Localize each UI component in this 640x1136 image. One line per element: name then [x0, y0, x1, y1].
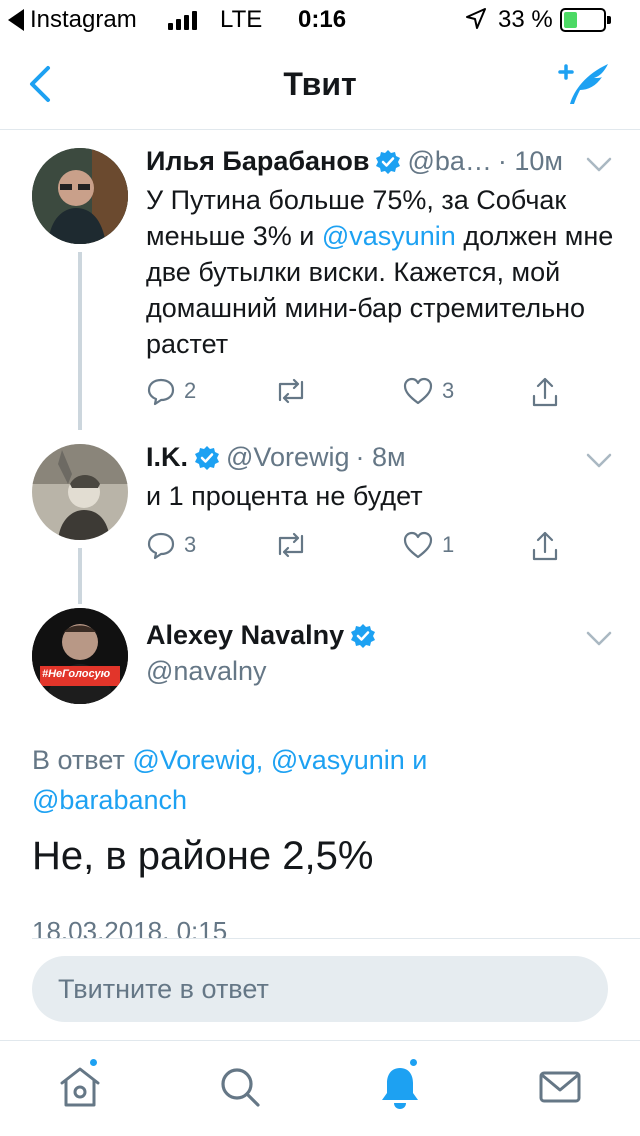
tweet-text: У Путина больше 75%, за Собчак меньше 3%…	[146, 182, 616, 362]
author-name[interactable]: I.K.	[146, 442, 188, 473]
author-name[interactable]: Илья Барабанов	[146, 146, 369, 177]
tab-home[interactable]	[56, 1057, 104, 1111]
tab-notifications[interactable]	[376, 1057, 424, 1111]
reply-icon	[147, 378, 175, 406]
tab-search[interactable]	[216, 1063, 264, 1111]
bell-icon	[382, 1068, 418, 1109]
back-triangle-icon	[8, 9, 24, 31]
avatar-barabanov[interactable]	[32, 148, 128, 244]
page-title: Твит	[283, 66, 357, 102]
home-icon	[60, 1067, 100, 1107]
nav-bar: Твит	[0, 40, 640, 130]
reply-to-prefix: В ответ	[32, 745, 133, 775]
mail-icon	[539, 1071, 581, 1103]
reply-button[interactable]: 2	[146, 376, 196, 406]
tweet-handle-row: @navalny	[146, 656, 266, 687]
thread-connector	[78, 252, 82, 430]
tweet-time: · 10м	[497, 146, 563, 176]
tweet-actions: 2 3	[146, 376, 576, 416]
chevron-down-icon[interactable]	[586, 452, 612, 470]
share-icon	[532, 377, 558, 407]
reply-icon	[147, 532, 175, 560]
retweet-button[interactable]	[274, 530, 316, 560]
like-button[interactable]: 1	[402, 530, 454, 560]
reply-mention-vasyunin[interactable]: @vasyunin	[271, 745, 405, 775]
tab-messages[interactable]	[536, 1063, 584, 1111]
tweet-actions: 3 1	[146, 530, 576, 570]
author-name[interactable]: Alexey Navalny	[146, 620, 344, 651]
heart-icon	[403, 531, 433, 559]
retweet-icon	[278, 532, 304, 558]
reply-mention-vorewig[interactable]: @Vorewig,	[132, 745, 263, 775]
verified-badge-icon	[351, 623, 376, 648]
verified-badge-icon	[195, 445, 220, 470]
chevron-down-icon[interactable]	[586, 630, 612, 648]
tweet-text: и 1 процента не будет	[146, 481, 423, 511]
location-arrow-icon	[466, 8, 486, 37]
network-type: LTE	[220, 6, 263, 33]
main-tweet-text: Не, в районе 2,5%	[32, 834, 374, 878]
battery-icon	[560, 8, 611, 32]
compose-feather-icon	[558, 64, 608, 104]
tweet-vorewig[interactable]: I.K. @Vorewig · 8м и 1 процента не будет…	[0, 430, 640, 604]
author-handle[interactable]: @navalny	[146, 656, 266, 687]
reply-mention-barabanch[interactable]: @barabanch	[32, 785, 187, 815]
avatar-badge-text: #НеГолосую	[42, 668, 111, 680]
share-button[interactable]	[530, 530, 560, 562]
heart-icon	[403, 377, 433, 405]
reply-count: 3	[184, 532, 197, 557]
reply-and: и	[404, 745, 428, 775]
reply-input[interactable]: Твитните в ответ	[32, 956, 608, 1022]
tweet-barabanov[interactable]: Илья Барабанов @ba… · 10м У Путина больш…	[0, 130, 640, 430]
share-button[interactable]	[530, 376, 560, 408]
verified-badge-icon	[376, 149, 401, 174]
avatar-navalny[interactable]: #НеГолосую	[32, 608, 128, 704]
tweet-header: Илья Барабанов @ba… · 10м	[146, 146, 563, 177]
share-icon	[532, 531, 558, 561]
tweet-time: · 8м	[355, 442, 406, 472]
search-icon	[221, 1068, 260, 1107]
tweet-date: 18.03.2018, 0:15	[32, 916, 228, 938]
divider	[32, 938, 640, 939]
signal-strength-icon	[168, 10, 197, 30]
mention-link[interactable]: @vasyunin	[322, 221, 456, 251]
author-handle[interactable]: @Vorewig	[226, 442, 349, 473]
status-bar: Instagram LTE 0:16 33 %	[0, 0, 640, 40]
thread-connector	[78, 548, 82, 604]
back-to-app-link[interactable]: Instagram	[8, 6, 137, 34]
status-time: 0:16	[298, 6, 347, 33]
reply-count: 2	[184, 378, 197, 403]
avatar-vorewig[interactable]	[32, 444, 128, 540]
back-app-label: Instagram	[30, 6, 137, 33]
battery-percent: 33 %	[498, 6, 553, 33]
home-notification-dot	[88, 1057, 99, 1068]
tab-bar	[0, 1040, 640, 1136]
compose-tweet-button[interactable]	[556, 60, 612, 108]
reply-button[interactable]: 3	[146, 530, 196, 560]
reply-placeholder: Твитните в ответ	[58, 974, 269, 1004]
tweet-header: I.K. @Vorewig · 8м	[146, 442, 406, 473]
notifications-dot	[408, 1057, 419, 1068]
tweet-header: Alexey Navalny	[146, 620, 376, 651]
retweet-button[interactable]	[274, 376, 316, 406]
reply-to-line: В ответ @Vorewig, @vasyunin и @barabanch	[32, 740, 612, 820]
retweet-icon	[278, 378, 304, 404]
like-count: 1	[442, 532, 455, 557]
like-count: 3	[442, 378, 455, 403]
like-button[interactable]: 3	[402, 376, 454, 406]
chevron-down-icon[interactable]	[586, 156, 612, 174]
author-handle[interactable]: @ba…	[407, 146, 491, 177]
battery-fill	[564, 12, 577, 28]
